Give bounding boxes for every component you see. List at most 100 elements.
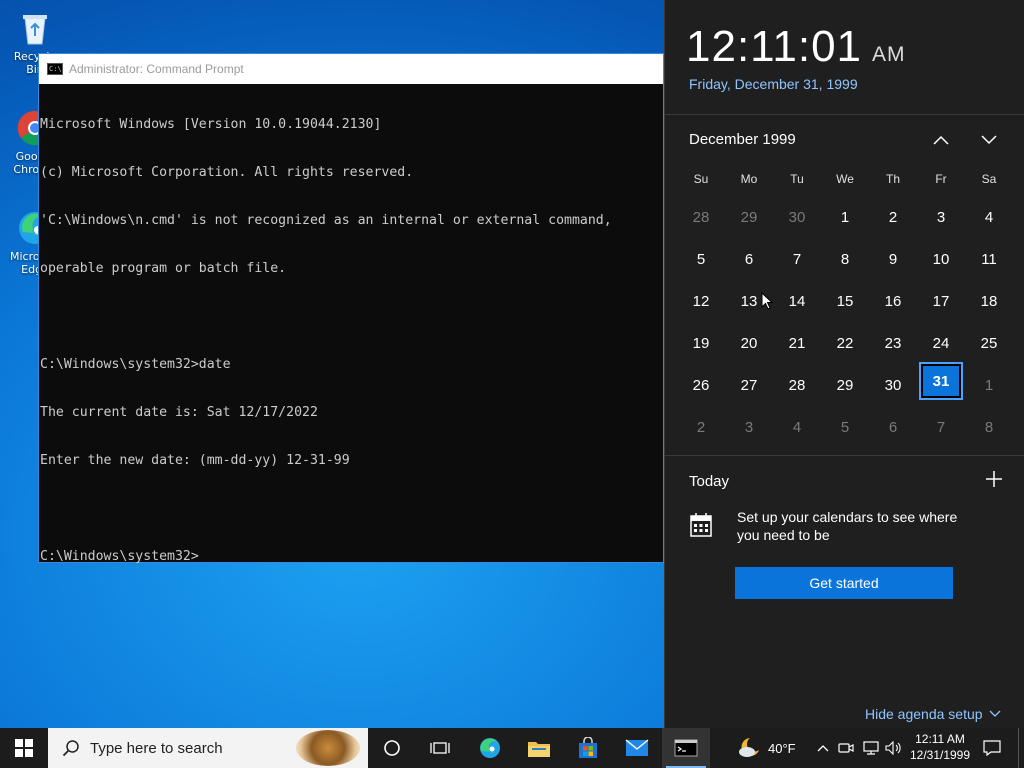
today-label: Today	[689, 473, 730, 490]
calendar-day[interactable]: 16	[869, 280, 917, 322]
weekday-header: Su Mo Tu We Th Fr Sa	[677, 168, 1013, 190]
search-placeholder: Type here to search	[90, 739, 223, 757]
calendar-day-selected[interactable]: 31	[919, 362, 963, 400]
mail-icon	[625, 739, 649, 756]
calendar-day[interactable]: 4	[965, 196, 1013, 238]
calendar-week: 26 27 28 29 30 31 1	[677, 362, 1013, 406]
windows-logo-icon	[15, 739, 33, 757]
calendar-week: 19 20 21 22 23 24 25	[677, 322, 1013, 364]
taskbar-search-box[interactable]: Type here to search	[48, 728, 368, 768]
edge-icon	[480, 738, 500, 758]
calendar-day[interactable]: 29	[725, 196, 773, 238]
calendar-day[interactable]: 5	[677, 238, 725, 280]
calendar-day[interactable]: 3	[725, 406, 773, 448]
taskbar-clock[interactable]: 12:11 AM 12/31/1999	[904, 731, 976, 763]
calendar-day[interactable]: 24	[917, 322, 965, 364]
calendar-day[interactable]: 28	[773, 364, 821, 406]
calendar-grid: Su Mo Tu We Th Fr Sa 28 29 30 1 2 3 4 5 …	[677, 168, 1013, 448]
next-month-button[interactable]	[977, 129, 1001, 151]
calendar-day[interactable]: 1	[965, 364, 1013, 406]
show-hidden-icons-button[interactable]	[814, 728, 832, 768]
cortana-icon	[384, 740, 400, 756]
tray-volume[interactable]	[884, 728, 904, 768]
calendar-day[interactable]: 8	[821, 238, 869, 280]
search-highlight-image[interactable]	[296, 730, 360, 766]
calendar-day[interactable]: 18	[965, 280, 1013, 322]
calendar-day[interactable]: 5	[821, 406, 869, 448]
show-desktop-button[interactable]	[1018, 728, 1024, 768]
calendar-day[interactable]: 28	[677, 196, 725, 238]
calendar-day[interactable]: 1	[821, 196, 869, 238]
calendar-day[interactable]: 8	[965, 406, 1013, 448]
calendar-day[interactable]: 9	[869, 238, 917, 280]
calendar-day[interactable]: 7	[917, 406, 965, 448]
plus-icon	[986, 471, 1002, 487]
divider	[665, 114, 1024, 115]
calendar-day[interactable]: 29	[821, 364, 869, 406]
camera-icon	[838, 743, 854, 753]
calendar-day[interactable]: 23	[869, 322, 917, 364]
calendar-day[interactable]: 17	[917, 280, 965, 322]
weather-widget[interactable]: 40°F	[736, 728, 796, 768]
calendar-day[interactable]: 2	[869, 196, 917, 238]
taskbar-time: 12:11 AM	[915, 732, 965, 746]
calendar-day[interactable]: 30	[869, 364, 917, 406]
calendar-day[interactable]: 27	[725, 364, 773, 406]
long-date-link[interactable]: Friday, December 31, 1999	[689, 76, 858, 92]
taskbar-app-store[interactable]	[564, 728, 612, 768]
start-button[interactable]	[0, 728, 48, 768]
tray-meet-now[interactable]	[836, 728, 856, 768]
calendar-day[interactable]: 3	[917, 196, 965, 238]
command-prompt-icon	[674, 739, 698, 757]
calendar-day[interactable]: 30	[773, 196, 821, 238]
add-event-button[interactable]	[983, 468, 1005, 490]
clock-ampm: AM	[872, 43, 906, 66]
task-view-button[interactable]	[416, 728, 464, 768]
calendar-day[interactable]: 4	[773, 406, 821, 448]
tray-network[interactable]	[860, 728, 882, 768]
taskbar: Type here to search 40°F 12:11 AM 12/31/…	[0, 728, 1024, 768]
console-line: The current date is: Sat 12/17/2022	[40, 405, 318, 420]
window-titlebar[interactable]: C:\ Administrator: Command Prompt	[39, 54, 663, 84]
cortana-button[interactable]	[368, 728, 416, 768]
calendar-day[interactable]: 11	[965, 238, 1013, 280]
get-started-button[interactable]: Get started	[735, 567, 953, 599]
mouse-cursor-icon	[761, 292, 773, 310]
chevron-up-icon	[933, 135, 949, 145]
calendar-day[interactable]: 19	[677, 322, 725, 364]
calendar-week: 2 3 4 5 6 7 8	[677, 406, 1013, 448]
task-view-icon	[430, 742, 450, 754]
taskbar-app-command-prompt[interactable]	[662, 728, 710, 768]
calendar-day[interactable]: 20	[725, 322, 773, 364]
calendar-day[interactable]: 26	[677, 364, 725, 406]
calendar-week: 12 13 14 15 16 17 18	[677, 280, 1013, 322]
calendar-icon	[689, 512, 713, 538]
month-label[interactable]: December 1999	[689, 131, 796, 148]
calendar-day[interactable]: 6	[869, 406, 917, 448]
calendar-day[interactable]: 6	[725, 238, 773, 280]
calendar-week: 5 6 7 8 9 10 11	[677, 238, 1013, 280]
notification-center-button[interactable]	[978, 728, 1006, 768]
calendar-day[interactable]: 22	[821, 322, 869, 364]
hide-agenda-setup-link[interactable]: Hide agenda setup	[865, 706, 1001, 722]
calendar-day[interactable]: 12	[677, 280, 725, 322]
calendar-day[interactable]: 14	[773, 280, 821, 322]
weekday-label: Su	[693, 172, 709, 186]
calendar-day[interactable]: 21	[773, 322, 821, 364]
taskbar-app-edge[interactable]	[466, 728, 514, 768]
command-prompt-window[interactable]: C:\ Administrator: Command Prompt Micros…	[38, 53, 664, 564]
taskbar-app-mail[interactable]	[613, 728, 661, 768]
window-title: Administrator: Command Prompt	[69, 62, 244, 76]
taskbar-app-file-explorer[interactable]	[515, 728, 563, 768]
calendar-day[interactable]: 7	[773, 238, 821, 280]
notification-icon	[983, 740, 1001, 756]
chevron-down-icon	[989, 710, 1001, 717]
calendar-day[interactable]: 25	[965, 322, 1013, 364]
console-prompt[interactable]: C:\Windows\system32>	[40, 549, 663, 565]
calendar-day[interactable]: 10	[917, 238, 965, 280]
calendar-day[interactable]: 15	[821, 280, 869, 322]
console-output[interactable]: Microsoft Windows [Version 10.0.19044.21…	[39, 84, 663, 597]
calendar-day[interactable]: 2	[677, 406, 725, 448]
previous-month-button[interactable]	[929, 129, 953, 151]
